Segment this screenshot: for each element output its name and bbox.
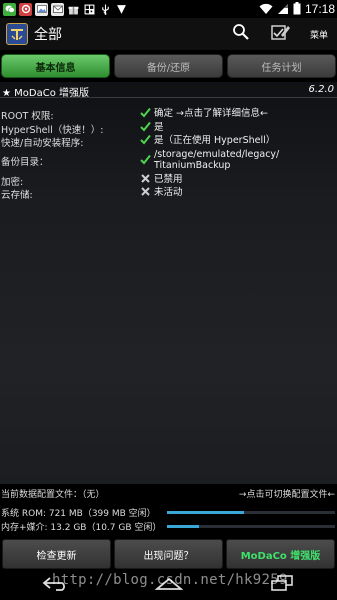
problem-button[interactable]: 出现问题？ [114,539,223,569]
gift-icon [67,3,80,16]
check-icon [140,154,151,165]
version-label: 6.2.0 [308,84,334,95]
backup-path-line-1: /storage/emulated/legacy/ [154,149,280,160]
settings-app-icon [19,2,32,16]
info-value: /storage/emulated/legacy/ TitaniumBackup [154,149,279,171]
more-icon [115,3,128,16]
menu-button[interactable]: 菜单 [301,18,337,50]
signal-icon [277,0,289,19]
storage-row-internal-media: 内存+媒介: 13.2 GB（10.7 GB 空闲） [0,520,337,533]
info-label: 云存储: [1,190,33,201]
wechat-icon [3,2,16,16]
check-icon [140,121,151,132]
info-label: ROOT 权限: [1,111,54,122]
info-value: 是 [154,122,164,133]
info-value: 已禁用 [154,174,183,185]
wifi-icon [259,0,273,19]
tab-schedules[interactable]: 任务计划 [227,54,336,78]
switch-profile-hint[interactable]: →点击可切换配置文件← [239,487,335,500]
check-icon [140,107,151,118]
storage-bar [167,511,335,514]
status-bar: 17:18 [0,0,337,18]
storage-bar [167,525,335,528]
backup-path-line-2: TitaniumBackup [154,160,231,171]
usb-icon [99,3,112,16]
storage-bar-fill [167,511,245,514]
clock: 17:18 [304,2,335,16]
info-label: 加密: [1,177,24,188]
action-bar: 全部 菜单 [0,18,337,50]
cross-icon [140,173,151,184]
tab-backup-restore[interactable]: 备份/还原 [114,54,223,78]
storage-label: 内存+媒介: 13.2 GB（10.7 GB 空闲） [1,523,162,533]
search-icon [232,23,250,45]
checklist-edit-icon [271,23,291,45]
tab-basic-info[interactable]: 基本信息 [1,54,110,78]
data-profile-label: 当前数据配置文件：（无） [1,490,105,500]
modaco-button[interactable]: MoDaCo 增强版 [226,539,335,569]
edition-header: ★ MoDaCo 增强版 6.2.0 [0,82,337,99]
check-update-button[interactable]: 检查更新 [2,539,111,569]
storage-row-system-rom: 系统 ROM: 721 MB（399 MB 空闲） [0,506,337,519]
info-label: HyperShell（快速！）: [1,125,104,136]
info-label: 备份目录： [1,157,49,168]
storage-bar-fill [167,525,199,528]
basic-info-panel: ★ MoDaCo 增强版 6.2.0 ROOT 权限: 确定 →点击了解详细信息… [0,82,337,484]
bottom-button-bar: 检查更新 出现问题？ MoDaCo 增强版 [0,538,337,570]
info-value: 确定 →点击了解详细信息← [154,108,268,119]
battery-icon [293,0,301,19]
qr-icon [83,3,96,16]
mail-icon [51,2,64,16]
app-logo-icon[interactable] [6,23,28,45]
check-icon [140,134,151,145]
info-value: 是（正在使用 HyperShell） [154,135,276,146]
data-profile-row[interactable]: 当前数据配置文件：（无） →点击可切换配置文件← [0,486,337,500]
cross-icon [140,186,151,197]
tab-bar: 基本信息 备份/还原 任务计划 [0,52,337,80]
batch-edit-button[interactable] [261,18,301,50]
info-value: 未活动 [154,187,183,198]
watermark: http://blog.csdn.net/hk9259 [52,572,288,588]
storage-label: 系统 ROM: 721 MB（399 MB 空闲） [1,509,156,519]
edition-label: ★ MoDaCo 增强版 [2,88,89,99]
navigation-bar: http://blog.csdn.net/hk9259 [0,570,337,600]
image-icon [35,2,48,16]
page-title: 全部 [34,27,62,43]
info-label: 快速/自动安装程序: [1,138,84,149]
search-button[interactable] [221,18,261,50]
